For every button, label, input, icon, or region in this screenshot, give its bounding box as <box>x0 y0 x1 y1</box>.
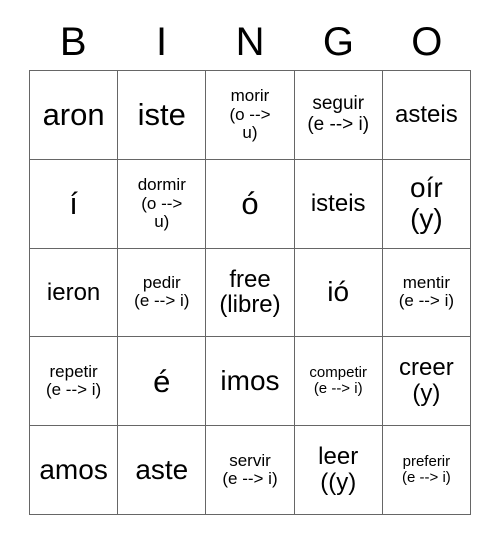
bingo-cell-text: ieron <box>46 278 101 306</box>
bingo-cell-g5[interactable]: leer ((y) <box>294 426 383 515</box>
bingo-cell-text: aron <box>42 97 105 133</box>
bingo-cell-text: free (libre) <box>219 265 281 319</box>
bingo-cell-text: í <box>69 185 78 221</box>
bingo-cell-text: iste <box>137 97 186 133</box>
bingo-cell-n1[interactable]: morir (o --> u) <box>206 71 295 160</box>
bingo-header-row: B I N G O <box>29 14 471 70</box>
bingo-cell-text: creer (y) <box>399 354 454 408</box>
bingo-cell-text: leer ((y) <box>318 443 359 497</box>
bingo-cell-b3[interactable]: ieron <box>30 248 119 338</box>
bingo-header-letter-i: I <box>156 20 168 64</box>
bingo-cell-text: isteis <box>310 189 366 217</box>
bingo-cell-text: pedir (e --> i) <box>134 273 190 311</box>
bingo-cell-text: seguir (e --> i) <box>307 93 370 135</box>
bingo-cell-o3[interactable]: mentir (e --> i) <box>382 248 471 338</box>
bingo-cell-b2[interactable]: í <box>30 159 119 249</box>
bingo-cell-b4[interactable]: repetir (e --> i) <box>30 337 119 427</box>
bingo-cell-text: dormir (o --> u) <box>137 175 186 231</box>
bingo-cell-n5[interactable]: servir (e --> i) <box>206 426 295 515</box>
bingo-cell-b1[interactable]: aron <box>30 71 119 160</box>
bingo-cell-text: morir (o --> u) <box>229 86 271 143</box>
bingo-cell-g1[interactable]: seguir (e --> i) <box>294 71 383 160</box>
bingo-cell-i2[interactable]: dormir (o --> u) <box>118 159 207 249</box>
bingo-cell-n2[interactable]: ó <box>206 159 295 249</box>
bingo-cell-text: servir (e --> i) <box>222 450 278 489</box>
bingo-cell-text: competir (e --> i) <box>309 364 367 398</box>
bingo-cell-g2[interactable]: isteis <box>294 159 383 249</box>
bingo-cell-i1[interactable]: iste <box>118 71 207 160</box>
bingo-header-letter-o: O <box>411 20 443 64</box>
bingo-cell-text: ió <box>327 276 350 308</box>
bingo-cell-o2[interactable]: oír (y) <box>382 159 471 249</box>
bingo-cell-g4[interactable]: competir (e --> i) <box>294 337 383 427</box>
bingo-cell-text: preferir (e --> i) <box>402 452 451 487</box>
bingo-header-letter-b: B <box>59 20 87 64</box>
bingo-header-letter-g: G <box>322 20 354 64</box>
bingo-cell-text: mentir (e --> i) <box>398 273 455 311</box>
bingo-cell-g3[interactable]: ió <box>294 248 383 338</box>
bingo-cell-o4[interactable]: creer (y) <box>382 337 471 427</box>
bingo-cell-b5[interactable]: amos <box>30 426 119 515</box>
bingo-cell-text: é <box>153 363 171 399</box>
bingo-grid: aron iste morir (o --> u) seguir (e --> … <box>29 70 471 515</box>
bingo-cell-n4[interactable]: imos <box>206 337 295 427</box>
bingo-cell-text: repetir (e --> i) <box>45 361 102 400</box>
bingo-card: B I N G O aron iste morir (o --> u) segu… <box>0 0 500 544</box>
bingo-cell-i4[interactable]: é <box>118 337 207 427</box>
bingo-cell-i5[interactable]: aste <box>118 426 207 515</box>
bingo-cell-text: imos <box>220 365 280 397</box>
bingo-cell-text: oír (y) <box>410 172 443 234</box>
bingo-cell-text: ó <box>241 185 259 221</box>
bingo-header-letter-n: N <box>235 20 265 64</box>
bingo-cell-o1[interactable]: asteis <box>382 71 471 160</box>
bingo-cell-i3[interactable]: pedir (e --> i) <box>118 248 207 338</box>
bingo-cell-n3[interactable]: free (libre) <box>206 248 295 338</box>
bingo-cell-o5[interactable]: preferir (e --> i) <box>382 426 471 515</box>
bingo-cell-text: amos <box>39 453 108 485</box>
bingo-cell-text: aste <box>135 453 189 485</box>
bingo-cell-text: asteis <box>395 100 458 128</box>
